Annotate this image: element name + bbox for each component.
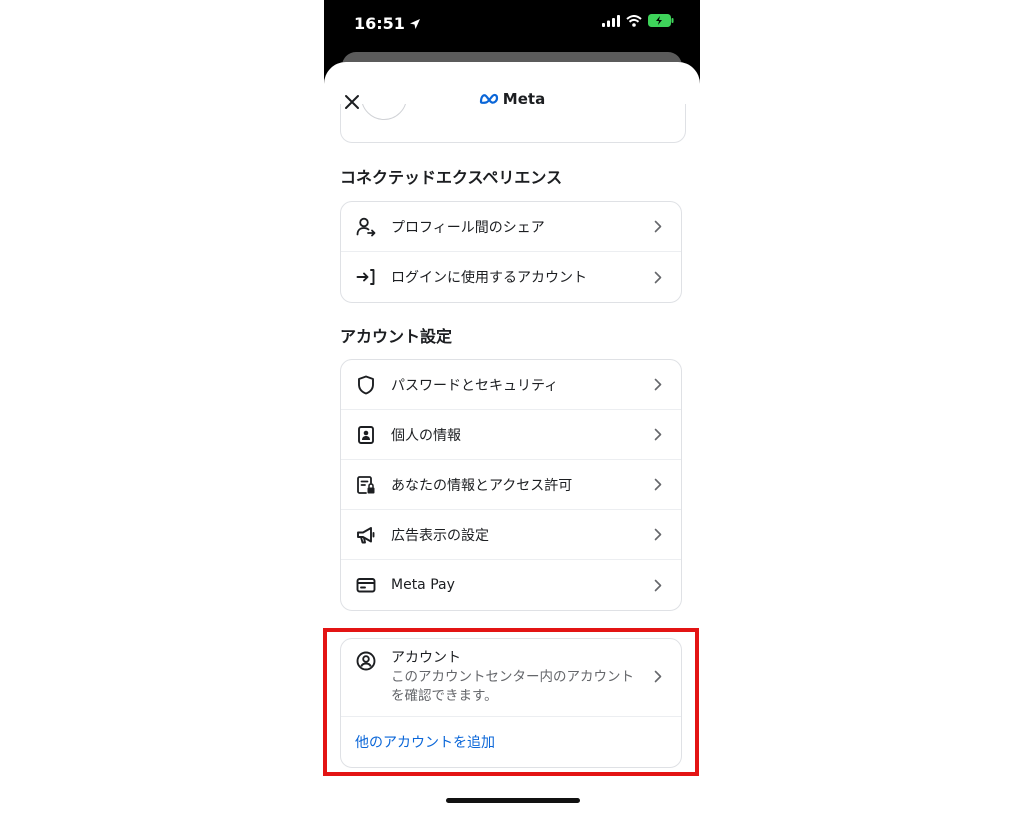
document-lock-icon	[357, 475, 375, 494]
login-icon	[356, 269, 375, 285]
profile-card-partial	[340, 104, 686, 143]
chevron-right-icon	[654, 670, 662, 682]
location-arrow-icon	[409, 18, 420, 29]
home-indicator	[446, 798, 580, 803]
chevron-right-icon	[654, 271, 662, 283]
menu-item-personal-details[interactable]: 個人の情報	[341, 410, 681, 460]
menu-item-your-info-permissions[interactable]: あなたの情報とアクセス許可	[341, 460, 681, 510]
battery-charging-icon	[648, 14, 674, 27]
section-title-account-settings: アカウント設定	[340, 327, 453, 346]
menu-item-accounts[interactable]: アカウント このアカウントセンター内のアカウントを確認できます。	[341, 639, 681, 717]
accounts-text: アカウント このアカウントセンター内のアカウントを確認できます。	[391, 649, 651, 706]
chevron-right-icon	[654, 478, 662, 491]
id-card-icon	[358, 425, 374, 444]
status-bar: 16:51	[324, 0, 700, 50]
avatar	[361, 104, 407, 120]
chevron-right-icon	[654, 528, 662, 541]
status-icons	[602, 14, 674, 27]
account-settings-card: パスワードとセキュリティ 個人の情報 あなたの情報とアクセス許可 広告表示の設定…	[340, 359, 682, 611]
menu-item-password-security[interactable]: パスワードとセキュリティ	[341, 360, 681, 410]
menu-item-label: パスワードとセキュリティ	[391, 377, 559, 394]
menu-item-label: 広告表示の設定	[391, 527, 489, 544]
section-title-connected: コネクテッドエクスペリエンス	[340, 168, 563, 187]
megaphone-icon	[357, 526, 375, 543]
settings-sheet: Meta コネクテッドエクスペリエンス プロフィール間のシェア ログインに使用す…	[324, 62, 700, 813]
phone-screen: 16:51 Meta コネクテッドエクスペリエンス プロフィール間のシェア ログ…	[324, 0, 700, 813]
menu-item-label: Meta Pay	[391, 577, 455, 593]
menu-item-label: あなたの情報とアクセス許可	[391, 477, 573, 494]
accounts-title: アカウント	[391, 650, 461, 666]
menu-item-label: 個人の情報	[391, 427, 461, 444]
chevron-right-icon	[654, 579, 662, 591]
chevron-right-icon	[654, 220, 662, 233]
menu-item-label: ログインに使用するアカウント	[391, 270, 587, 286]
menu-item-meta-pay[interactable]: Meta Pay	[341, 560, 681, 610]
signal-icon	[602, 14, 620, 27]
chevron-right-icon	[654, 378, 662, 391]
wifi-icon	[626, 14, 642, 27]
accounts-card: アカウント このアカウントセンター内のアカウントを確認できます。 他のアカウント…	[340, 638, 682, 768]
account-circle-icon	[356, 651, 376, 671]
menu-item-label: プロフィール間のシェア	[391, 219, 545, 236]
status-time: 16:51	[354, 14, 421, 33]
profile-share-icon	[356, 217, 376, 236]
menu-item-ad-preferences[interactable]: 広告表示の設定	[341, 510, 681, 560]
accounts-description: このアカウントセンター内のアカウントを確認できます。	[391, 669, 634, 704]
chevron-right-icon	[654, 428, 662, 441]
card-icon	[356, 578, 376, 593]
add-account-link[interactable]: 他のアカウントを追加	[341, 717, 681, 767]
shield-icon	[358, 375, 374, 394]
connected-experiences-card: プロフィール間のシェア ログインに使用するアカウント	[340, 201, 682, 303]
menu-item-profile-sharing[interactable]: プロフィール間のシェア	[341, 202, 681, 252]
menu-item-login-accounts[interactable]: ログインに使用するアカウント	[341, 252, 681, 302]
